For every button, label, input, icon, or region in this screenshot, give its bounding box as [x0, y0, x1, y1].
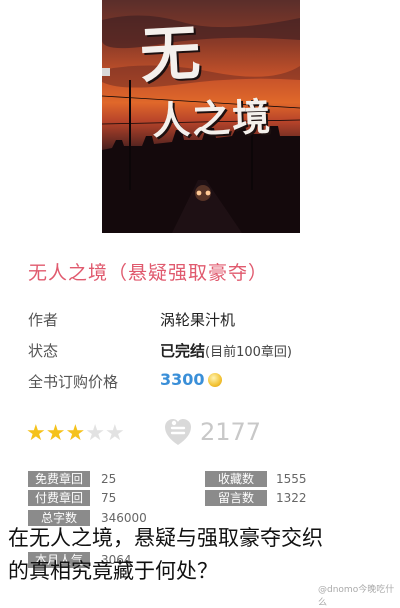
paid-chapters-tag: 付费章回	[28, 490, 90, 506]
rating-count: 2177	[200, 418, 262, 446]
star-rating[interactable]: ★★★★★	[26, 421, 125, 446]
star-icon: ★	[65, 421, 86, 446]
favorites-value: 1555	[276, 472, 307, 486]
messages-tag: 留言数	[205, 490, 267, 506]
cover-title-line2: 人之境	[151, 93, 273, 144]
star-icon: ★	[45, 421, 66, 446]
price-label: 全书订购价格	[28, 373, 119, 391]
cover-title-line1: 无	[138, 18, 203, 92]
caption-text: 在无人之境，悬疑与强取豪夺交织 的真相究竟藏于何处？	[0, 522, 400, 588]
caption-line-1: 在无人之境，悬疑与强取豪夺交织	[8, 526, 323, 550]
star-empty-icon: ★	[104, 421, 125, 446]
author-label: 作者	[28, 311, 59, 329]
status-chapters: (目前100章回)	[205, 345, 292, 360]
star-empty-icon: ★	[85, 421, 105, 446]
watermark: @dnomo今晚吃什么	[318, 585, 395, 608]
favorites-tag: 收藏数	[205, 471, 267, 487]
status-text: 已完结	[160, 342, 206, 360]
status-value: 已完结(目前100章回)	[160, 340, 292, 361]
messages-value: 1322	[276, 491, 307, 505]
price-amount: 3300	[160, 370, 205, 389]
paid-chapters-value: 75	[101, 491, 117, 505]
price-value: 3300	[160, 370, 222, 389]
author-value[interactable]: 涡轮果汁机	[160, 309, 235, 330]
star-icon: ★	[26, 421, 46, 446]
book-title: 无人之境（悬疑强取豪夺）	[28, 262, 269, 284]
free-chapters-value: 25	[101, 472, 117, 486]
heart-badge-icon[interactable]	[163, 415, 193, 447]
status-label: 状态	[28, 342, 59, 360]
book-cover[interactable]: 无 人之境	[102, 0, 300, 233]
free-chapters-tag: 免费章回	[28, 471, 90, 487]
coin-icon	[207, 373, 222, 387]
